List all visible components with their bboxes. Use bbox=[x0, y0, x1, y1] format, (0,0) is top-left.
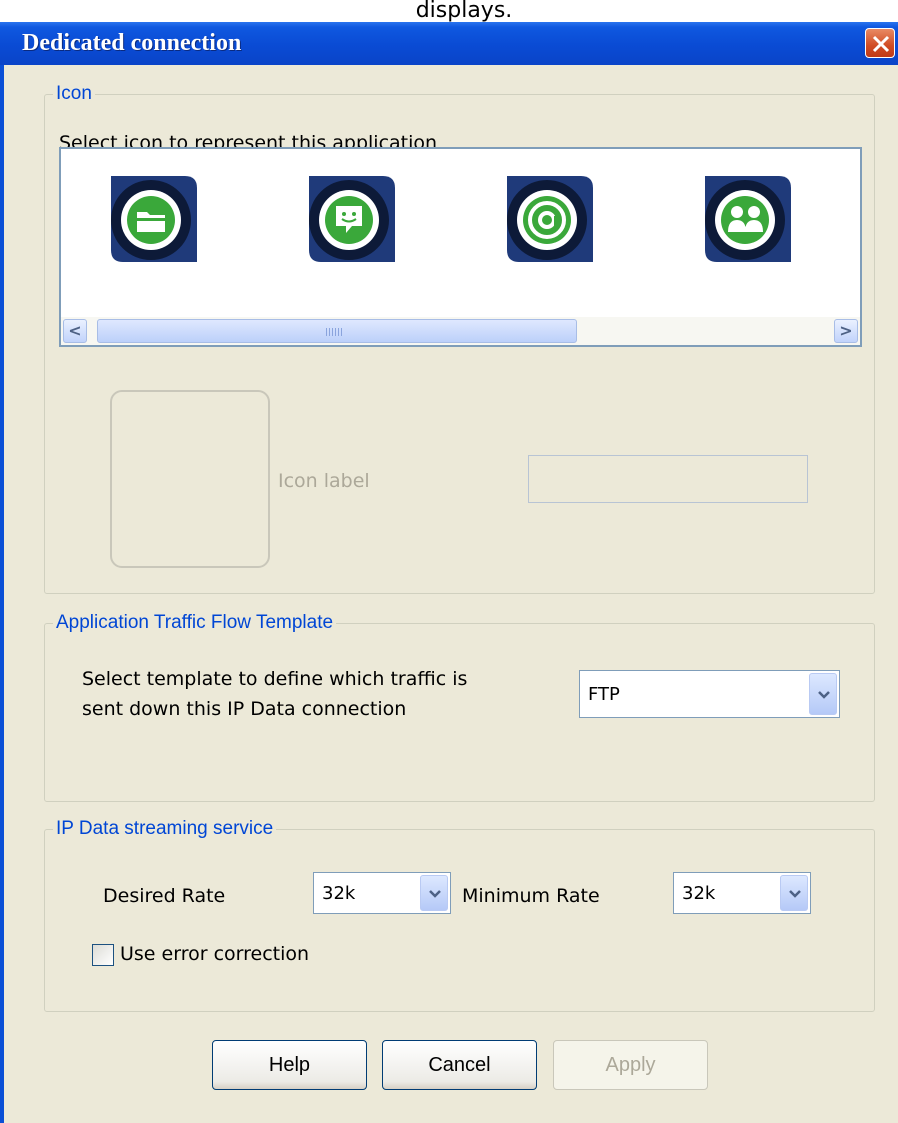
help-button[interactable]: Help bbox=[212, 1040, 367, 1090]
template-instruction-line1: Select template to define which traffic … bbox=[82, 668, 468, 690]
icon-option-chat[interactable] bbox=[305, 172, 399, 266]
cropped-caption: displays. bbox=[0, 0, 898, 22]
desired-rate-label: Desired Rate bbox=[103, 885, 226, 907]
icon-option-email[interactable] bbox=[503, 172, 597, 266]
traffic-template-legend: Application Traffic Flow Template bbox=[56, 612, 334, 633]
icon-label-caption: Icon label bbox=[278, 470, 370, 492]
chevron-down-icon bbox=[818, 691, 830, 699]
streaming-service-legend: IP Data streaming service bbox=[56, 818, 274, 839]
scroll-thumb[interactable] bbox=[97, 319, 577, 343]
close-icon bbox=[872, 35, 890, 53]
desired-rate-value: 32k bbox=[322, 883, 356, 904]
icon-option-contacts[interactable] bbox=[701, 172, 795, 266]
minimum-rate-value: 32k bbox=[682, 883, 716, 904]
close-button[interactable] bbox=[865, 28, 895, 58]
desired-rate-dropdown-button[interactable] bbox=[420, 875, 448, 911]
minimum-rate-label: Minimum Rate bbox=[462, 885, 600, 907]
horizontal-scrollbar[interactable]: < > bbox=[61, 317, 860, 345]
scroll-right-button[interactable]: > bbox=[834, 319, 858, 343]
chat-icon bbox=[309, 176, 395, 262]
template-dropdown-button[interactable] bbox=[809, 673, 837, 715]
desired-rate-select[interactable]: 32k bbox=[313, 872, 451, 914]
contacts-icon bbox=[705, 176, 791, 262]
minimum-rate-select[interactable]: 32k bbox=[673, 872, 811, 914]
chevron-down-icon bbox=[789, 890, 801, 898]
streaming-service-group: IP Data streaming service bbox=[44, 818, 875, 1012]
icon-preview-box bbox=[110, 390, 270, 568]
window-title: Dedicated connection bbox=[22, 30, 242, 56]
chevron-down-icon bbox=[429, 890, 441, 898]
scroll-left-button[interactable]: < bbox=[63, 319, 87, 343]
scroll-grip-icon bbox=[326, 328, 342, 336]
at-sign-icon bbox=[507, 176, 593, 262]
icon-label-input[interactable] bbox=[528, 455, 808, 503]
title-bar[interactable]: Dedicated connection bbox=[0, 22, 898, 65]
minimum-rate-dropdown-button[interactable] bbox=[780, 875, 808, 911]
apply-button[interactable]: Apply bbox=[553, 1040, 708, 1090]
icon-option-folder[interactable] bbox=[107, 172, 201, 266]
folder-icon bbox=[111, 176, 197, 262]
error-correction-checkbox[interactable] bbox=[92, 944, 114, 966]
cancel-button[interactable]: Cancel bbox=[382, 1040, 537, 1090]
icon-group-legend: Icon bbox=[56, 83, 92, 104]
template-select-value: FTP bbox=[588, 684, 620, 705]
template-select[interactable]: FTP bbox=[579, 670, 840, 718]
caption-text: displays. bbox=[415, 0, 513, 22]
error-correction-label[interactable]: Use error correction bbox=[120, 943, 309, 965]
icon-list[interactable]: < > bbox=[59, 147, 862, 347]
template-instruction-line2: sent down this IP Data connection bbox=[82, 698, 407, 720]
